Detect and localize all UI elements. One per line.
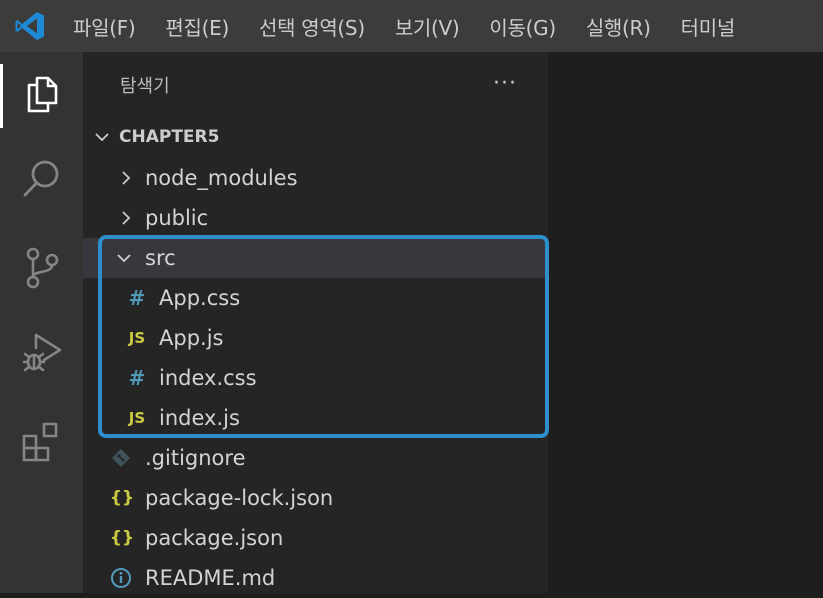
- js-file-icon: JS: [128, 409, 146, 427]
- tree-item-label: index.js: [159, 406, 240, 430]
- chevron-down-icon: [92, 127, 112, 147]
- extensions-activity-button[interactable]: [0, 404, 83, 484]
- tree-item-label: package.json: [145, 526, 284, 550]
- menu-edit[interactable]: 편집(E): [150, 0, 244, 52]
- tree-file-index-js[interactable]: JS index.js: [83, 398, 548, 438]
- more-actions-button[interactable]: ···: [488, 66, 522, 100]
- tree-folder-node-modules[interactable]: node_modules: [83, 158, 548, 198]
- source-control-icon: [22, 246, 62, 294]
- menu-file[interactable]: 파일(F): [60, 0, 150, 52]
- tree-folder-public[interactable]: public: [83, 198, 548, 238]
- chevron-right-icon: [116, 208, 136, 228]
- vscode-logo-icon[interactable]: [0, 0, 60, 52]
- menu-bar: 파일(F) 편집(E) 선택 영역(S) 보기(V) 이동(G) 실행(R) 터…: [60, 0, 750, 52]
- tree-item-label: node_modules: [145, 166, 298, 190]
- menu-view[interactable]: 보기(V): [380, 0, 475, 52]
- workspace-folder-header[interactable]: CHAPTER5: [83, 117, 548, 157]
- json-file-icon: {}: [109, 528, 135, 548]
- tree-file-package-lock-json[interactable]: {} package-lock.json: [83, 478, 548, 518]
- run-debug-icon: [20, 330, 64, 378]
- chevron-right-icon: [116, 168, 136, 188]
- explorer-sidebar: 탐색기 ··· CHAPTER5 node_modules public src…: [83, 52, 548, 593]
- tree-file-package-json[interactable]: {} package.json: [83, 518, 548, 558]
- menu-go[interactable]: 이동(G): [474, 0, 570, 52]
- search-icon: [21, 157, 63, 203]
- menu-selection[interactable]: 선택 영역(S): [244, 0, 380, 52]
- tree-item-label: index.css: [159, 366, 257, 390]
- files-icon: [22, 74, 62, 118]
- tree-item-label: README.md: [145, 566, 276, 590]
- tree-item-label: App.css: [159, 286, 241, 310]
- workspace-folder-name: CHAPTER5: [119, 127, 220, 147]
- activity-bar: [0, 52, 83, 593]
- tree-item-label: .gitignore: [145, 446, 246, 470]
- explorer-title: 탐색기: [120, 76, 170, 97]
- tree-item-label: src: [145, 246, 176, 270]
- json-file-icon: {}: [109, 488, 135, 508]
- git-file-icon: [111, 448, 131, 472]
- menu-run[interactable]: 실행(R): [571, 0, 666, 52]
- explorer-header: 탐색기 ···: [83, 52, 548, 114]
- tree-file-gitignore[interactable]: .gitignore: [83, 438, 548, 478]
- run-debug-activity-button[interactable]: [0, 314, 83, 394]
- title-bar: 파일(F) 편집(E) 선택 영역(S) 보기(V) 이동(G) 실행(R) 터…: [0, 0, 823, 52]
- tree-item-label: package-lock.json: [145, 486, 334, 510]
- chevron-down-icon: [114, 248, 134, 268]
- css-file-icon: #: [128, 366, 146, 390]
- explorer-activity-button[interactable]: [0, 56, 83, 136]
- tree-item-label: App.js: [159, 326, 224, 350]
- tree-file-readme-md[interactable]: README.md: [83, 558, 548, 598]
- tree-folder-src[interactable]: src: [83, 238, 548, 278]
- source-control-activity-button[interactable]: [0, 230, 83, 310]
- editor-area[interactable]: [548, 52, 823, 593]
- tree-file-app-css[interactable]: # App.css: [83, 278, 548, 318]
- tree-item-label: public: [145, 206, 209, 230]
- tree-file-app-js[interactable]: JS App.js: [83, 318, 548, 358]
- extensions-icon: [20, 420, 64, 468]
- tree-file-index-css[interactable]: # index.css: [83, 358, 548, 398]
- js-file-icon: JS: [128, 329, 146, 347]
- css-file-icon: #: [128, 286, 146, 310]
- search-activity-button[interactable]: [0, 140, 83, 220]
- menu-terminal[interactable]: 터미널: [666, 0, 750, 52]
- info-icon: [110, 567, 132, 593]
